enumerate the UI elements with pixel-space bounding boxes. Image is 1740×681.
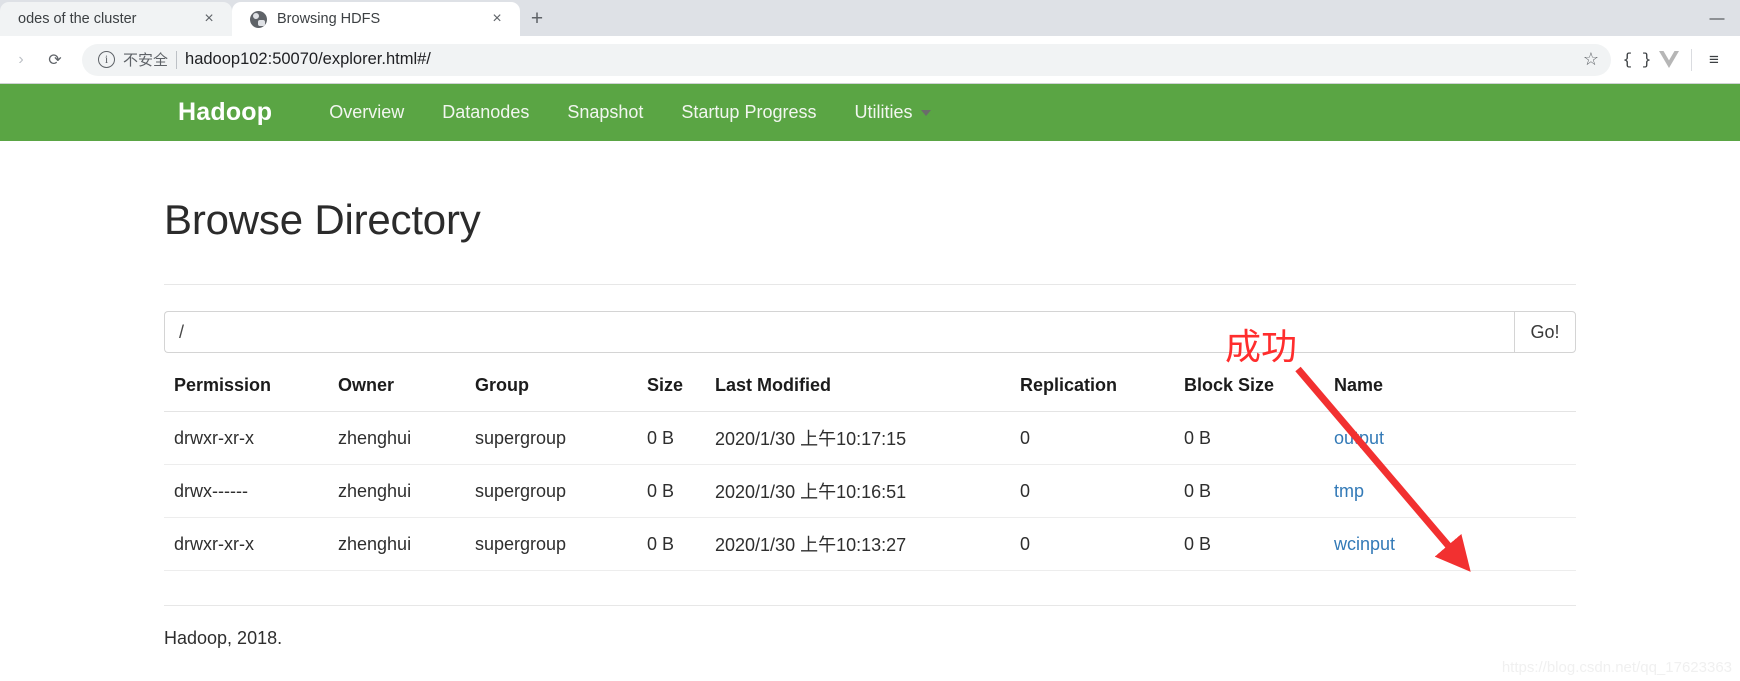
- divider: [164, 284, 1576, 285]
- nav-label: Utilities: [854, 102, 913, 122]
- cell-name: output: [1324, 411, 1576, 465]
- nav-item-startup-progress[interactable]: Startup Progress: [662, 102, 835, 123]
- cell-size: 0 B: [637, 517, 705, 571]
- column-header-block-size[interactable]: Block Size: [1174, 375, 1324, 412]
- globe-icon: [250, 10, 267, 28]
- minimize-icon[interactable]: —: [1694, 0, 1740, 36]
- cell-last-modified: 2020/1/30 上午10:13:27: [705, 517, 1010, 571]
- file-link-tmp[interactable]: tmp: [1334, 481, 1364, 501]
- cell-size: 0 B: [637, 411, 705, 465]
- nav-label: Snapshot: [567, 102, 644, 122]
- cell-group: supergroup: [465, 464, 637, 518]
- watermark-text: https://blog.csdn.net/qq_17623363: [1501, 659, 1732, 676]
- cell-owner: zhenghui: [328, 517, 465, 571]
- cell-permission: drwxr-xr-x: [164, 411, 328, 465]
- close-icon[interactable]: ×: [488, 10, 506, 28]
- url-text[interactable]: hadoop102:50070/explorer.html#/: [185, 50, 1569, 69]
- cell-permission: drwx------: [164, 464, 328, 518]
- footer-text: Hadoop, 2018.: [164, 628, 283, 648]
- page-title: Browse Directory: [164, 196, 481, 243]
- column-header-size[interactable]: Size: [637, 375, 705, 412]
- address-bar[interactable]: i 不安全 hadoop102:50070/explorer.html#/ ☆: [82, 43, 1611, 76]
- cell-block-size: 0 B: [1174, 464, 1324, 518]
- column-header-name[interactable]: Name: [1324, 375, 1576, 412]
- browser-tab-inactive[interactable]: odes of the cluster ×: [0, 2, 232, 36]
- cell-name: wcinput: [1324, 517, 1576, 571]
- file-link-output[interactable]: output: [1334, 428, 1384, 448]
- cell-block-size: 0 B: [1174, 517, 1324, 571]
- browser-toolbar: › ⟳ i 不安全 hadoop102:50070/explorer.html#…: [0, 36, 1740, 84]
- page-body: Hadoop Overview Datanodes Snapshot Start…: [0, 84, 1740, 680]
- nav-label: Overview: [329, 102, 405, 122]
- table-row: drwxr-xr-x zhenghui supergroup 0 B 2020/…: [164, 517, 1576, 571]
- nav-item-overview[interactable]: Overview: [310, 102, 423, 123]
- column-header-owner[interactable]: Owner: [328, 375, 465, 412]
- info-circle-icon[interactable]: i: [98, 51, 115, 68]
- browser-chrome: odes of the cluster × Browsing HDFS × + …: [0, 0, 1740, 84]
- forward-icon[interactable]: ›: [4, 43, 38, 77]
- cell-block-size: 0 B: [1174, 411, 1324, 465]
- nav-item-utilities[interactable]: Utilities: [835, 102, 950, 123]
- hadoop-navbar: Hadoop Overview Datanodes Snapshot Start…: [0, 84, 1740, 141]
- cell-owner: zhenghui: [328, 464, 465, 518]
- divider: [176, 50, 178, 69]
- path-input[interactable]: [164, 311, 1514, 353]
- chevron-down-icon: [921, 109, 932, 116]
- file-link-wcinput[interactable]: wcinput: [1334, 534, 1395, 554]
- cell-last-modified: 2020/1/30 上午10:16:51: [705, 464, 1010, 518]
- nav-label: Startup Progress: [681, 102, 817, 122]
- main-content: Browse Directory Go! Permission Owner Gr…: [150, 141, 1590, 649]
- table-row: drwx------ zhenghui supergroup 0 B 2020/…: [164, 464, 1576, 518]
- cell-replication: 0: [1010, 411, 1174, 465]
- go-button[interactable]: Go!: [1514, 311, 1576, 353]
- window-controls: —: [1694, 0, 1740, 36]
- cell-permission: drwxr-xr-x: [164, 517, 328, 571]
- column-header-permission[interactable]: Permission: [164, 375, 328, 412]
- cell-group: supergroup: [465, 411, 637, 465]
- table-row: drwxr-xr-x zhenghui supergroup 0 B 2020/…: [164, 411, 1576, 465]
- nav-item-snapshot[interactable]: Snapshot: [548, 102, 662, 123]
- column-header-last-modified[interactable]: Last Modified: [705, 375, 1010, 412]
- divider: [1691, 48, 1692, 71]
- directory-listing-table: Permission Owner Group Size Last Modifie…: [164, 375, 1576, 571]
- tab-title: Browsing HDFS: [277, 11, 381, 27]
- nav-item-datanodes[interactable]: Datanodes: [423, 102, 548, 123]
- cell-replication: 0: [1010, 464, 1174, 518]
- star-icon[interactable]: ☆: [1577, 49, 1605, 70]
- browser-tab-active[interactable]: Browsing HDFS ×: [232, 2, 520, 36]
- cell-group: supergroup: [465, 517, 637, 571]
- divider: [164, 605, 1576, 606]
- new-tab-icon[interactable]: +: [520, 3, 554, 33]
- brand-logo[interactable]: Hadoop: [178, 98, 310, 127]
- column-header-group[interactable]: Group: [465, 375, 637, 412]
- nav-label: Datanodes: [442, 102, 530, 122]
- path-search-form: Go!: [164, 311, 1576, 353]
- cell-name: tmp: [1324, 464, 1576, 518]
- reload-icon[interactable]: ⟳: [38, 43, 72, 77]
- table-header-row: Permission Owner Group Size Last Modifie…: [164, 375, 1576, 412]
- annotation-success-text: 成功: [1225, 327, 1298, 368]
- tab-title: odes of the cluster: [18, 11, 137, 27]
- cell-replication: 0: [1010, 517, 1174, 571]
- hamburger-menu-icon[interactable]: ≡: [1698, 44, 1730, 76]
- json-formatter-icon[interactable]: { }: [1621, 44, 1653, 76]
- cell-owner: zhenghui: [328, 411, 465, 465]
- column-header-replication[interactable]: Replication: [1010, 375, 1174, 412]
- tab-strip: odes of the cluster × Browsing HDFS × + …: [0, 0, 1740, 36]
- cell-size: 0 B: [637, 464, 705, 518]
- close-icon[interactable]: ×: [200, 10, 218, 28]
- security-status-label: 不安全: [123, 52, 169, 69]
- cell-last-modified: 2020/1/30 上午10:17:15: [705, 411, 1010, 465]
- vue-devtools-icon[interactable]: [1653, 44, 1685, 76]
